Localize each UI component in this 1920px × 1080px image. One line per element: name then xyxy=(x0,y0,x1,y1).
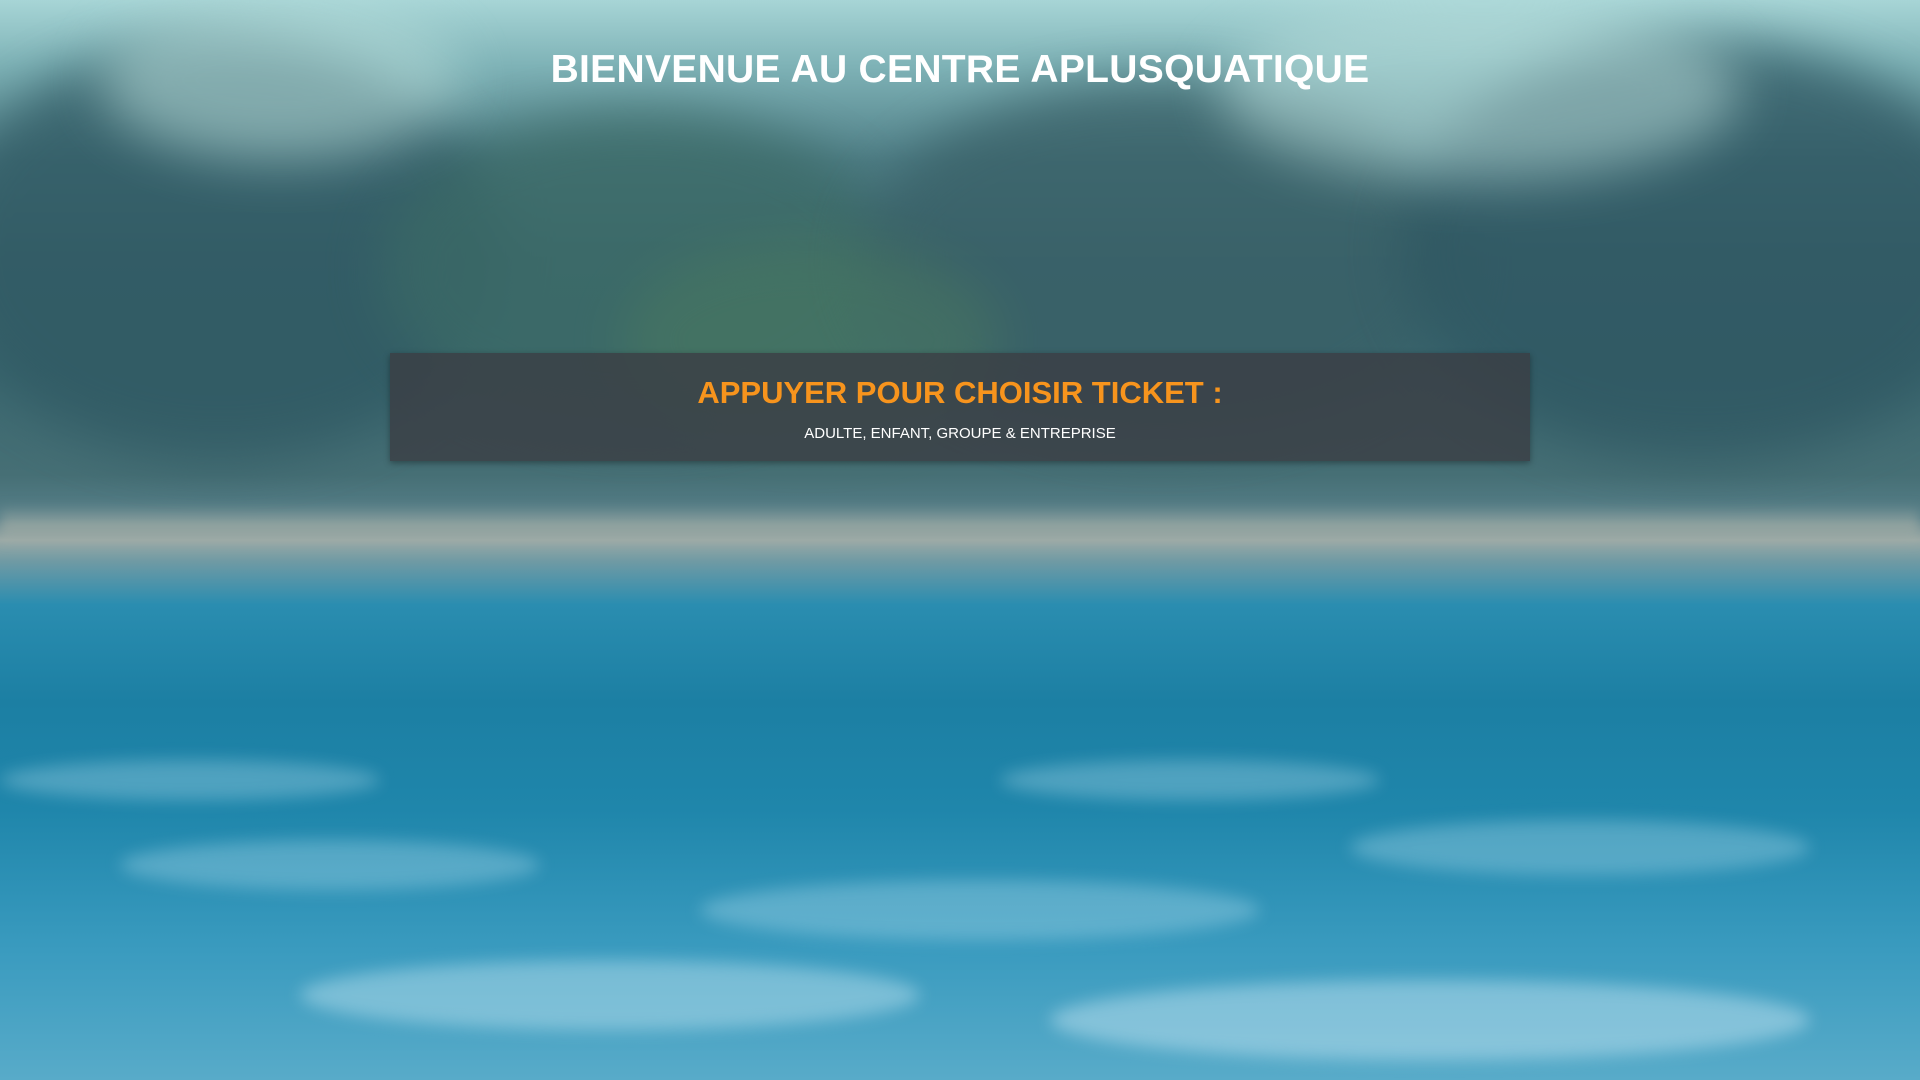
background-water-ripple xyxy=(1050,980,1810,1060)
background-water-ripple xyxy=(700,880,1260,940)
kiosk-screen: BIENVENUE AU CENTRE APLUSQUATIQUE APPUYE… xyxy=(0,0,1920,1080)
choose-ticket-heading: APPUYER POUR CHOISIR TICKET : xyxy=(697,375,1223,410)
background-water-ripple xyxy=(1000,760,1380,800)
background-water-ripple xyxy=(300,960,920,1030)
background-water-ripple xyxy=(120,840,540,890)
background-water-ripple xyxy=(0,760,380,800)
background-pool-edge xyxy=(0,505,1920,545)
ticket-types-subtitle: ADULTE, ENFANT, GROUPE & ENTREPRISE xyxy=(804,425,1116,442)
choose-ticket-button[interactable]: APPUYER POUR CHOISIR TICKET : ADULTE, EN… xyxy=(390,353,1530,461)
welcome-title: BIENVENUE AU CENTRE APLUSQUATIQUE xyxy=(550,48,1370,91)
background-water-ripple xyxy=(1350,820,1810,875)
